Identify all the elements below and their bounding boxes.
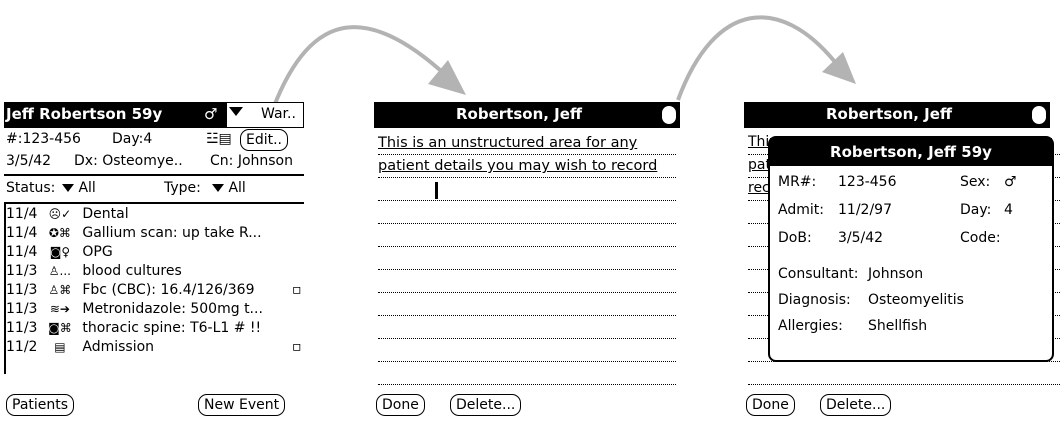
patient-details-screen: Robertson, Jeff Thi pat rec Robertson, J…	[744, 102, 1064, 422]
note-title: Robertson, Jeff	[456, 105, 583, 123]
allergies-label: Allergies:	[778, 318, 843, 334]
event-type-icon: ◙⌘	[48, 321, 72, 335]
event-text: Metronidazole: 500mg t...	[82, 301, 263, 317]
info-icon[interactable]	[1032, 106, 1046, 124]
ward-dropdown[interactable]: War..	[226, 102, 304, 128]
patients-button[interactable]: Patients	[6, 394, 75, 416]
chevron-down-icon	[229, 107, 243, 116]
patient-details-popup: Robertson, Jeff 59y MR#: 123-456 Sex: ♂ …	[768, 136, 1054, 362]
delete-button[interactable]: Delete...	[820, 394, 892, 416]
event-type-icon: ≋➔	[49, 302, 70, 316]
sex-label: Sex:	[960, 174, 991, 190]
event-date: 11/3	[6, 320, 38, 336]
mrn-text: #:123-456	[6, 131, 81, 147]
note-icon: ▫	[292, 282, 302, 298]
day-value: 4	[1004, 202, 1013, 218]
consultant-label: Consultant:	[778, 266, 859, 282]
day-text: Day:4	[112, 131, 153, 147]
divider	[4, 202, 304, 204]
event-date: 11/3	[6, 301, 38, 317]
event-text: Fbc (CBC): 16.4/126/369	[82, 282, 255, 298]
new-event-button[interactable]: New Event	[198, 394, 286, 416]
status-filter-label: Status:	[6, 180, 56, 196]
type-filter-label: Type:	[164, 180, 201, 196]
done-button[interactable]: Done	[376, 394, 425, 416]
chart-icon: ☳▤	[206, 131, 232, 147]
event-date: 11/4	[6, 225, 38, 241]
type-filter-dropdown[interactable]: All	[212, 180, 246, 196]
type-filter-value: All	[228, 180, 246, 196]
text-cursor	[435, 182, 438, 199]
dob-value: 3/5/42	[838, 230, 884, 246]
event-row[interactable]: 11/3 ♙... blood cultures	[6, 263, 182, 279]
code-label: Code:	[960, 230, 1001, 246]
patient-title-bar: Jeff Robertson 59y ♂	[4, 102, 256, 128]
diagnosis-value: Osteomyelitis	[868, 292, 964, 308]
allergies-value: Shellfish	[868, 318, 928, 334]
event-date: 11/3	[6, 263, 38, 279]
list-left-border	[4, 202, 8, 374]
admit-value: 11/2/97	[838, 202, 892, 218]
details-title-bar: Robertson, Jeff	[744, 102, 1050, 128]
patient-note-screen: Robertson, Jeff This is an unstructured …	[374, 102, 694, 422]
event-text: thoracic spine: T6-L1 # !!	[82, 320, 262, 336]
arrow-1-head	[428, 60, 466, 95]
status-filter-dropdown[interactable]: All	[62, 180, 96, 196]
event-row[interactable]: 11/3 ≋➔ Metronidazole: 500mg t...	[6, 301, 263, 317]
dob-label: DoB:	[778, 230, 812, 246]
event-type-icon: ♙⌘	[48, 283, 72, 297]
mr-value: 123-456	[838, 174, 897, 190]
day-label: Day:	[960, 202, 992, 218]
event-row[interactable]: 11/3 ♙⌘ Fbc (CBC): 16.4/126/369	[6, 282, 255, 298]
event-date: 11/4	[6, 206, 38, 222]
event-type-icon: ♙...	[48, 264, 71, 278]
event-row[interactable]: 11/4 ◙♀ OPG	[6, 244, 113, 260]
event-text: Admission	[82, 339, 155, 355]
event-text: Gallium scan: up take R...	[82, 225, 262, 241]
arrow-2-curve	[676, 15, 837, 101]
details-title: Robertson, Jeff	[826, 105, 953, 123]
event-date: 11/4	[6, 244, 38, 260]
event-type-icon: ☹✓	[48, 207, 72, 221]
event-text: blood cultures	[82, 263, 182, 279]
patient-list-screen: Jeff Robertson 59y ♂ War.. #:123-456 Day…	[4, 102, 324, 422]
note-text-fragment: Thi	[748, 134, 770, 150]
note-icon: ▫	[292, 339, 302, 355]
chevron-down-icon	[212, 184, 224, 192]
done-button[interactable]: Done	[746, 394, 795, 416]
patient-name-title: Jeff Robertson 59y	[6, 105, 163, 123]
edit-button[interactable]: Edit..	[240, 129, 289, 151]
diagnosis-label: Diagnosis:	[778, 292, 851, 308]
divider	[4, 174, 304, 176]
event-row[interactable]: 11/4 ✪⌘ Gallium scan: up take R...	[6, 225, 262, 241]
event-type-icon: ▤	[54, 340, 66, 354]
event-type-icon: ✪⌘	[48, 226, 71, 240]
status-filter-value: All	[78, 180, 96, 196]
diagnosis-text: Dx: Osteomye..	[74, 153, 183, 169]
arrow-2-head	[822, 52, 856, 84]
info-icon[interactable]	[662, 106, 676, 124]
event-text: Dental	[82, 206, 129, 222]
event-date: 11/3	[6, 282, 38, 298]
consultant-value: Johnson	[868, 266, 924, 282]
event-row[interactable]: 11/3 ◙⌘ thoracic spine: T6-L1 # !!	[6, 320, 261, 336]
event-row[interactable]: 11/2 ▤ Admission	[6, 339, 154, 355]
popup-title: Robertson, Jeff 59y	[770, 138, 1052, 166]
admit-label: Admit:	[778, 202, 824, 218]
dob-text: 3/5/42	[6, 153, 52, 169]
event-text: OPG	[82, 244, 113, 260]
mr-label: MR#:	[778, 174, 817, 190]
event-type-icon: ◙♀	[49, 245, 71, 259]
event-date: 11/2	[6, 339, 38, 355]
male-sex-icon: ♂	[204, 105, 218, 123]
delete-button[interactable]: Delete...	[450, 394, 522, 416]
note-text-area[interactable]: This is an unstructured area for any pat…	[378, 132, 678, 178]
ward-label: War..	[261, 106, 296, 122]
consultant-text: Cn: Johnson	[210, 153, 293, 169]
note-text-fragment: rec	[748, 180, 770, 196]
event-row[interactable]: 11/4 ☹✓ Dental	[6, 206, 129, 222]
male-sex-icon: ♂	[1004, 174, 1017, 190]
chevron-down-icon	[62, 184, 74, 192]
note-title-bar: Robertson, Jeff	[374, 102, 680, 128]
